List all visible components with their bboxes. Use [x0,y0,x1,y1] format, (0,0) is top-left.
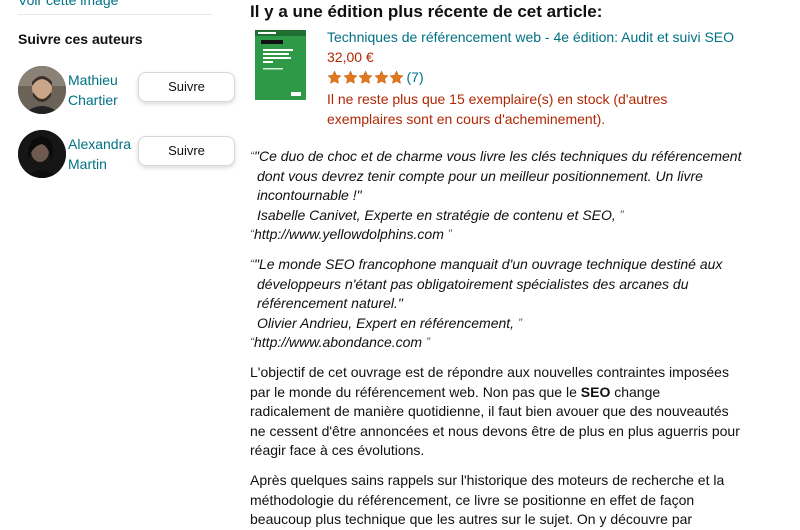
seo-bold: SEO [580,383,611,400]
author-name-link[interactable]: Mathieu Chartier [68,70,138,110]
description-paragraph: L'objectif de cet ouvrage est de répondr… [250,364,740,458]
newer-edition-heading: Il y a une édition plus récente de cet a… [250,2,603,21]
star-rating [327,70,405,85]
author-avatar[interactable] [18,66,66,114]
star-icon [374,70,388,84]
newer-edition-cover[interactable] [255,30,306,100]
star-icon [343,70,357,84]
newer-edition-price: 32,00 € [327,49,374,65]
author-avatar[interactable] [18,130,66,178]
rating-row[interactable]: (7) [327,67,767,87]
description-paragraph: Après quelques sains rappels sur l'histo… [250,472,725,527]
rating-count-link[interactable]: (7) [407,69,424,85]
star-icon [327,70,342,84]
newer-edition-title-link[interactable]: Techniques de référencement web - 4e édi… [327,28,767,46]
author-card: Alexandra Martin Suivre [18,128,238,180]
review-quote: “"Le monde SEO francophone manquait d'un… [250,256,723,350]
follow-button[interactable]: Suivre [138,72,235,102]
book-cover-image [255,30,306,100]
star-icon [389,70,404,84]
follow-authors-title: Suivre ces auteurs [18,31,143,47]
author-name-link[interactable]: Alexandra Martin [68,134,138,174]
avatar-photo [18,66,66,114]
divider [18,14,212,15]
star-icon [358,70,373,84]
author-card: Mathieu Chartier Suivre [18,64,238,116]
view-image-link[interactable]: Voir cette image [18,0,118,8]
review-quote: “"Ce duo de choc et de charme vous livre… [250,148,742,242]
avatar-photo [18,130,66,178]
follow-button[interactable]: Suivre [138,136,235,166]
stock-status: Il ne reste plus que 15 exemplaire(s) en… [327,91,668,127]
newer-edition-info: Techniques de référencement web - 4e édi… [327,28,767,129]
